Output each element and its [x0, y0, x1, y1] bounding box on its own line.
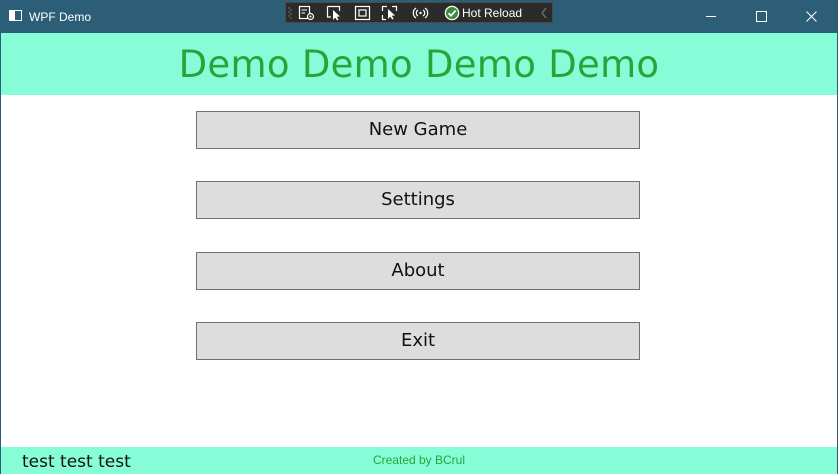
- select-element-icon[interactable]: [326, 5, 343, 21]
- window-title: WPF Demo: [29, 10, 92, 24]
- collapse-toolbar-icon[interactable]: [539, 6, 549, 20]
- close-icon: [806, 11, 817, 22]
- exit-button[interactable]: Exit: [196, 322, 640, 360]
- page-title: Demo Demo Demo Demo: [178, 43, 660, 86]
- window-border-left: [0, 33, 1, 474]
- footer-bar: test test test Created by BCrul: [1, 447, 837, 474]
- display-layout-adorners-icon[interactable]: [354, 5, 371, 21]
- close-button[interactable]: [788, 0, 834, 33]
- xaml-debug-toolbar: Hot Reload: [285, 2, 553, 23]
- minimize-button[interactable]: [688, 0, 734, 33]
- title-bar[interactable]: WPF Demo Hot Reload: [0, 0, 838, 33]
- about-button[interactable]: About: [196, 252, 640, 290]
- minimize-icon: [706, 16, 716, 17]
- track-focus-icon[interactable]: [381, 5, 398, 21]
- binding-failures-icon[interactable]: [412, 5, 429, 21]
- hot-reload-label[interactable]: Hot Reload: [462, 5, 522, 21]
- footer-credit: Created by BCrul: [372, 453, 466, 467]
- hot-reload-check-icon: [444, 5, 460, 21]
- live-visual-tree-icon[interactable]: [298, 5, 315, 21]
- header-banner: Demo Demo Demo Demo: [1, 33, 837, 95]
- toolbar-grip-icon[interactable]: [288, 6, 292, 20]
- app-window-icon: [9, 10, 22, 21]
- maximize-icon: [756, 11, 767, 22]
- new-game-button[interactable]: New Game: [196, 111, 640, 149]
- settings-button[interactable]: Settings: [196, 181, 640, 219]
- app-window: WPF Demo Hot Reload Demo Demo Demo Demo …: [0, 0, 838, 474]
- maximize-button[interactable]: [738, 0, 784, 33]
